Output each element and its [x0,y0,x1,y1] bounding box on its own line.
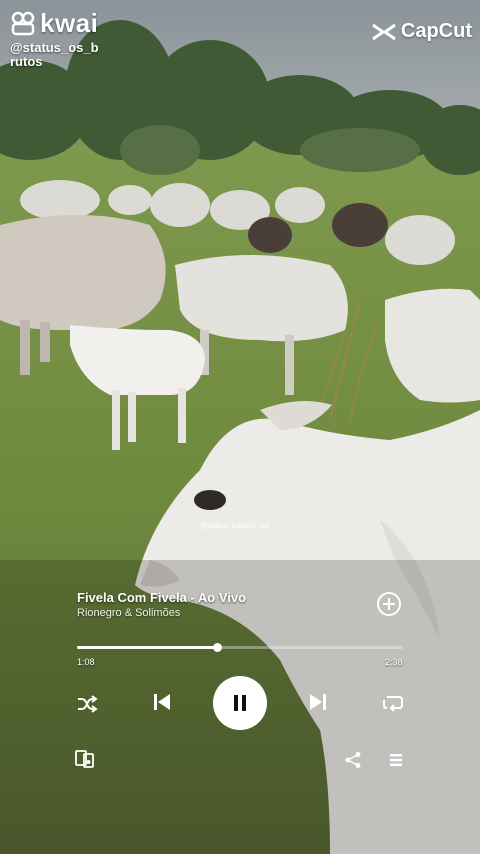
kwai-brand-text: kwai [40,8,99,38]
skip-next-icon [310,694,326,710]
next-button[interactable] [306,690,330,714]
share-icon [345,752,361,768]
capcut-brand-text: CapCut [400,20,472,42]
capcut-logo-icon [372,23,396,40]
share-button[interactable] [343,750,363,770]
queue-icon [390,754,402,767]
kwai-logo: kwai [10,8,100,39]
kwai-watermark: kwai @status_os_brutos [10,8,100,69]
progress-bar[interactable] [77,643,403,652]
queue-button[interactable] [386,750,406,770]
connect-device-button[interactable] [74,749,96,769]
plus-circle-icon [377,592,401,616]
capcut-watermark: CapCut [371,20,472,43]
skip-previous-icon [154,694,170,710]
previous-button[interactable] [150,690,174,714]
pause-button[interactable] [213,676,267,730]
pause-icon [234,695,246,711]
repeat-icon [383,696,403,712]
total-time: 2:38 [385,657,403,667]
repeat-button[interactable] [381,691,405,715]
shuffle-button[interactable] [74,692,100,716]
song-title: Fivela Com Fivela - Ao Vivo [77,590,247,605]
shuffle-icon [78,695,98,713]
video-watermark: @status.caipira_mt [200,521,269,530]
kwai-username: @status_os_brutos [10,40,99,69]
add-to-library-button[interactable] [376,591,402,617]
kwai-logo-icon [11,11,35,35]
song-artist[interactable]: Rionegro & Solimões [77,607,180,619]
progress-fill [77,646,218,649]
current-time: 1:08 [77,657,95,667]
connect-device-icon [75,750,94,768]
